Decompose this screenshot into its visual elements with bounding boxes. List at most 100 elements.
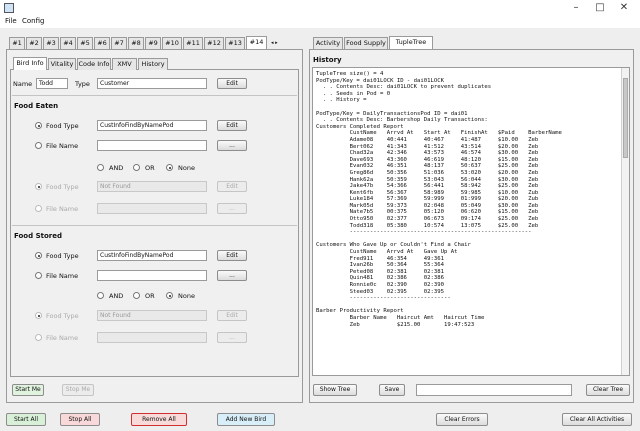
title-bar: – □ ✕ [0,0,640,16]
tab-bird-6[interactable]: #6 [94,37,110,49]
history-line: Customers Who Gave Up or Couldn't Find a… [316,242,471,249]
food-stored-file-name-field[interactable] [97,270,207,281]
clear-tree-button[interactable]: Clear Tree [586,384,630,396]
tab-bird-8[interactable]: #8 [128,37,144,49]
food-eaten-none-radio[interactable] [166,164,173,171]
divider [12,95,297,96]
menu-file[interactable]: File [5,17,17,25]
food-eaten-file-name2-label: File Name [46,205,79,213]
food-stored-food-type2-radio[interactable] [35,312,42,319]
food-eaten-or-radio[interactable] [133,164,140,171]
tab-xmv[interactable]: XMV [112,58,137,70]
tab-bird-3[interactable]: #3 [43,37,59,49]
tab-bird-10[interactable]: #10 [162,37,182,49]
tab-bird-info[interactable]: Bird Info [13,57,47,70]
history-line [316,302,622,309]
clear-errors-button[interactable]: Clear Errors [436,413,488,426]
food-eaten-file-name-radio[interactable] [35,142,42,149]
maximize-button[interactable]: □ [592,2,608,13]
food-eaten-food-type-field[interactable]: CustInfoFindByNamePod [97,120,207,131]
history-line: Bert062 41:343 41:512 43:514 $20.00 Zeb [316,143,539,150]
food-eaten-browse2-button[interactable]: ... [217,203,247,214]
food-eaten-file-name2-field[interactable] [97,203,207,214]
edit-type-button[interactable]: Edit [217,78,247,89]
save-button[interactable]: Save [379,384,405,396]
tab-bird-2[interactable]: #2 [26,37,42,49]
food-stored-and-radio[interactable] [97,292,104,299]
tab-bird-4[interactable]: #4 [60,37,76,49]
food-stored-food-type-label: Food Type [46,252,79,260]
type-label: Type [75,80,90,88]
history-text-area[interactable]: TupleTree size() = 4 PodType/Key = dai01L… [312,67,630,376]
food-eaten-file-name-field[interactable] [97,140,207,151]
food-stored-and-label: AND [109,292,124,300]
food-stored-food-type-radio[interactable] [35,252,42,259]
food-stored-edit2-button[interactable]: Edit [217,310,247,321]
tab-bird-11[interactable]: #11 [183,37,203,49]
food-stored-or-radio[interactable] [133,292,140,299]
tab-food-supply[interactable]: Food Supply [344,37,388,49]
app-icon [4,3,14,13]
clear-all-activities-button[interactable]: Clear All Activities [562,413,632,426]
food-stored-file-name-radio[interactable] [35,272,42,279]
tab-code-info[interactable]: Code Info [77,58,111,70]
history-line: Steed03 02:395 02:395 [316,288,444,295]
food-eaten-or-label: OR [145,164,155,172]
tab-bird-1[interactable]: #1 [9,37,25,49]
food-eaten-browse-button[interactable]: ... [217,140,247,151]
history-line: Ivan26b 50:364 55:364 [316,262,444,269]
food-stored-browse-button[interactable]: ... [217,270,247,281]
history-scrollbar[interactable] [621,68,629,375]
type-field[interactable]: Customer [97,78,207,89]
history-line: Zeb $215.00 19:47:523 [316,321,475,328]
history-line: Nate7b5 00:375 05:120 06:620 $15.00 Zeb [316,209,539,216]
tab-bird-7[interactable]: #7 [111,37,127,49]
tab-history[interactable]: History [138,58,168,70]
food-stored-none-radio[interactable] [166,292,173,299]
stop-all-button[interactable]: Stop All [60,413,100,426]
name-field[interactable]: Todd [36,78,68,89]
close-button[interactable]: ✕ [616,2,632,13]
food-stored-edit-button[interactable]: Edit [217,250,247,261]
food-stored-file-name2-radio[interactable] [35,334,42,341]
food-eaten-food-type-radio[interactable] [35,122,42,129]
food-eaten-file-name2-radio[interactable] [35,205,42,212]
food-stored-browse2-button[interactable]: ... [217,332,247,343]
tab-bird-9[interactable]: #9 [145,37,161,49]
stop-me-button[interactable]: Stop Me [62,384,94,396]
scroll-thumb[interactable] [623,78,628,158]
show-tree-button[interactable]: Show Tree [313,384,357,396]
add-new-bird-button[interactable]: Add New Bird [217,413,275,426]
menu-config[interactable]: Config [22,17,44,25]
bird-info-panel [10,69,299,377]
food-stored-file-name2-field[interactable] [97,332,207,343]
history-line: Luke184 57:369 59:999 01:999 $20.00 Zub [316,196,539,203]
save-name-field[interactable] [416,384,572,396]
tab-activity[interactable]: Activity [313,37,343,49]
food-eaten-and-radio[interactable] [97,164,104,171]
tab-bird-5[interactable]: #5 [77,37,93,49]
tab-vitality[interactable]: Vitality [48,58,76,70]
food-eaten-title: Food Eaten [14,102,59,110]
food-eaten-food-type2-field[interactable]: Not Found [97,181,207,192]
history-text: TupleTree size() = 4 PodType/Key = dai01L… [316,71,622,375]
tab-bird-14[interactable]: #14 [246,36,267,49]
history-line: Chad32a 42:346 43:573 46:574 $30.00 Zeb [316,150,539,157]
food-eaten-edit-button[interactable]: Edit [217,120,247,131]
food-stored-food-type2-field[interactable]: Not Found [97,310,207,321]
tab-tupletree[interactable]: TupleTree [389,36,433,49]
tab-bird-12[interactable]: #12 [204,37,224,49]
history-line: . . Seeds in Pod = 0 [316,90,391,97]
divider [12,225,297,226]
remove-all-button[interactable]: Remove All [131,413,187,426]
minimize-button[interactable]: – [568,2,584,13]
history-line: ----------------------------------------… [316,229,532,236]
food-eaten-food-type2-radio[interactable] [35,183,42,190]
tab-bird-13[interactable]: #13 [225,37,245,49]
start-me-button[interactable]: Start Me [12,384,44,396]
start-all-button[interactable]: Start All [6,413,46,426]
food-stored-food-type-field[interactable]: CustInfoFindByNamePod [97,250,207,261]
history-line: Quin481 02:386 02:386 [316,275,444,282]
food-eaten-edit2-button[interactable]: Edit [217,181,247,192]
tab-scroll-arrows[interactable]: ◂ ▸ [271,40,278,46]
